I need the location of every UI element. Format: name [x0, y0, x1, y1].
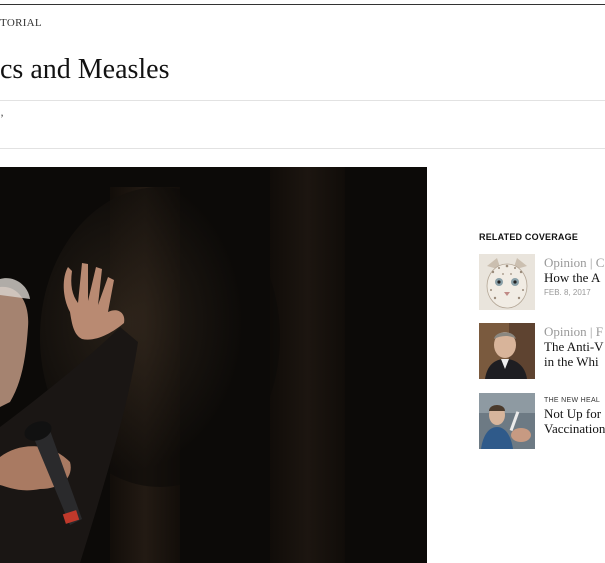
- leopard-face-illustration-icon[interactable]: [479, 254, 535, 310]
- related-item-section: Opinion | C: [544, 255, 605, 270]
- related-item-title[interactable]: The Anti-V: [544, 339, 605, 354]
- lead-photo: [0, 167, 427, 563]
- byline-fragment: ’: [0, 111, 4, 125]
- top-rule: [0, 4, 605, 5]
- related-item-title[interactable]: How the A: [544, 270, 605, 285]
- divider: [0, 148, 605, 149]
- related-item-title[interactable]: Vaccination: [544, 421, 605, 436]
- divider: [0, 100, 605, 101]
- related-item[interactable]: THE NEW HEAL Not Up for Vaccination: [479, 393, 605, 451]
- related-item-section: THE NEW HEAL: [544, 397, 601, 404]
- man-portrait-photo-icon[interactable]: [479, 323, 535, 379]
- related-coverage-heading: RELATED COVERAGE: [479, 232, 579, 242]
- related-item[interactable]: Opinion | F The Anti-V in the Whi: [479, 323, 605, 381]
- related-item-title[interactable]: Not Up for: [544, 406, 605, 421]
- related-item[interactable]: Opinion | C How the A FEB. 8, 2017: [479, 254, 605, 312]
- section-kicker[interactable]: TORIAL: [0, 17, 42, 29]
- vaccination-photo-icon[interactable]: [479, 393, 535, 449]
- article-headline: cs and Measles: [0, 54, 170, 85]
- related-item-date: FEB. 8, 2017: [544, 288, 591, 297]
- related-item-section: Opinion | F: [544, 324, 603, 339]
- related-item-title[interactable]: in the Whi: [544, 354, 605, 369]
